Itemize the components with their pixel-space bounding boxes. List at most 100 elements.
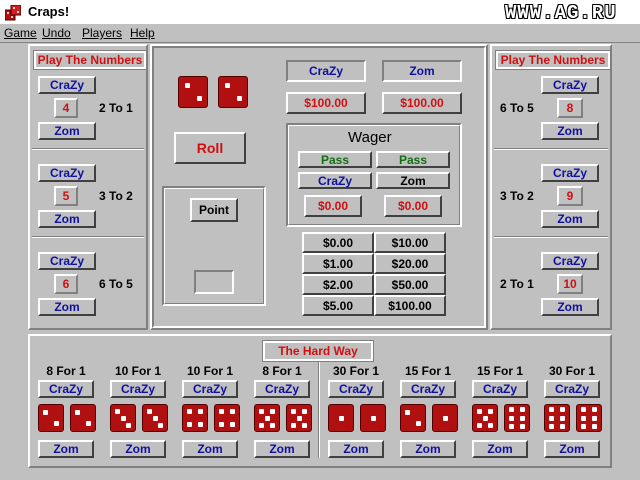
hardway-crazy-button[interactable]: CraZy [400,380,456,398]
right-number-10[interactable]: 10 [557,274,583,294]
die-pip [581,415,587,421]
die-pip [197,409,203,415]
hard-way-title: The Hard Way [262,340,374,362]
hardway-zom-button[interactable]: Zom [472,440,528,458]
menu-bar: Game Undo Players Help [0,24,640,43]
die-pip [581,407,587,413]
left-odds-4: 2 To 1 [99,101,133,115]
left-crazy-button-4[interactable]: CraZy [38,76,96,94]
hardway-zom-button[interactable]: Zom [254,440,310,458]
chip-button[interactable]: $100.00 [374,295,446,316]
right-crazy-button-10[interactable]: CraZy [541,252,599,270]
hardway-crazy-button[interactable]: CraZy [254,380,310,398]
hardway-odds: 10 For 1 [186,364,234,378]
hardway-die [504,404,530,432]
die-pip [184,83,190,89]
die-pip [519,415,525,421]
die-pip [270,408,276,414]
chip-button[interactable]: $1.00 [302,253,374,274]
hardway-odds: 30 For 1 [548,364,596,378]
chip-button[interactable]: $20.00 [374,253,446,274]
pass-button-p2[interactable]: Pass [376,151,450,168]
dice-app-icon [5,5,21,21]
hardway-die [432,404,458,432]
hardway-crazy-button[interactable]: CraZy [182,380,238,398]
roll-button[interactable]: Roll [174,132,246,164]
wager-crazy-button[interactable]: CraZy [298,172,372,189]
hardway-crazy-button[interactable]: CraZy [328,380,384,398]
left-divider [32,148,144,150]
chip-button[interactable]: $0.00 [302,232,374,253]
hardway-die [142,404,168,432]
hardway-zom-button[interactable]: Zom [182,440,238,458]
die-pip [476,408,482,414]
die-pip [509,423,515,429]
chip-button[interactable]: $10.00 [374,232,446,253]
left-zom-button-6[interactable]: Zom [38,298,96,316]
right-numbers-title: Play The Numbers [495,50,611,70]
right-zom-button-10[interactable]: Zom [541,298,599,316]
die-pip [581,423,587,429]
hardway-die [400,404,426,432]
hardway-crazy-button[interactable]: CraZy [472,380,528,398]
player1-balance: $100.00 [286,92,366,114]
wager-zom-button[interactable]: Zom [376,172,450,189]
left-number-6[interactable]: 6 [54,274,78,294]
right-zom-button-9[interactable]: Zom [541,210,599,228]
menu-game[interactable]: Game [4,26,37,40]
hardway-die [544,404,570,432]
hardway-zom-button[interactable]: Zom [400,440,456,458]
hardway-crazy-button[interactable]: CraZy [110,380,166,398]
hardway-crazy-button[interactable]: CraZy [544,380,600,398]
right-zom-button-8[interactable]: Zom [541,122,599,140]
hardway-zom-button[interactable]: Zom [544,440,600,458]
right-number-8[interactable]: 8 [557,98,583,118]
die-pip [509,407,515,413]
menu-undo[interactable]: Undo [42,26,71,40]
top-die-left [178,76,208,108]
die-pip [187,421,193,427]
menu-help[interactable]: Help [130,26,155,40]
hardway-zom-button[interactable]: Zom [38,440,94,458]
die-pip [482,415,488,421]
chip-button[interactable]: $5.00 [302,295,374,316]
die-pip [196,95,202,101]
chip-button[interactable]: $2.00 [302,274,374,295]
left-number-4[interactable]: 4 [54,98,78,118]
left-crazy-button-5[interactable]: CraZy [38,164,96,182]
left-number-5[interactable]: 5 [54,186,78,206]
right-odds-10: 2 To 1 [500,277,534,291]
die-pip [591,423,597,429]
hardway-zom-button[interactable]: Zom [110,440,166,458]
left-zom-button-4[interactable]: Zom [38,122,96,140]
die-pip [53,421,59,427]
chip-button[interactable]: $50.00 [374,274,446,295]
hardway-crazy-button[interactable]: CraZy [38,380,94,398]
pass-button-p1[interactable]: Pass [298,151,372,168]
die-pip [270,422,276,428]
left-numbers-title: Play The Numbers [33,50,147,70]
die-pip [236,95,242,101]
die-pip [302,422,308,428]
die-pip [591,415,597,421]
hardway-die [38,404,64,432]
die-pip [219,421,225,427]
die-pip [290,422,296,428]
hardway-zom-button[interactable]: Zom [328,440,384,458]
left-crazy-button-6[interactable]: CraZy [38,252,96,270]
right-crazy-button-8[interactable]: CraZy [541,76,599,94]
title-bar: Craps! WWW.AG.RU [0,0,640,25]
right-divider [494,148,608,150]
die-pip [290,408,296,414]
right-number-9[interactable]: 9 [557,186,583,206]
left-zom-button-5[interactable]: Zom [38,210,96,228]
hardway-die [472,404,498,432]
die-pip [219,409,225,415]
die-pip [442,415,448,421]
hardway-odds: 10 For 1 [114,364,162,378]
die-pip [114,408,120,414]
point-button[interactable]: Point [190,198,238,222]
die-pip [476,422,482,428]
right-crazy-button-9[interactable]: CraZy [541,164,599,182]
menu-players[interactable]: Players [82,26,122,40]
